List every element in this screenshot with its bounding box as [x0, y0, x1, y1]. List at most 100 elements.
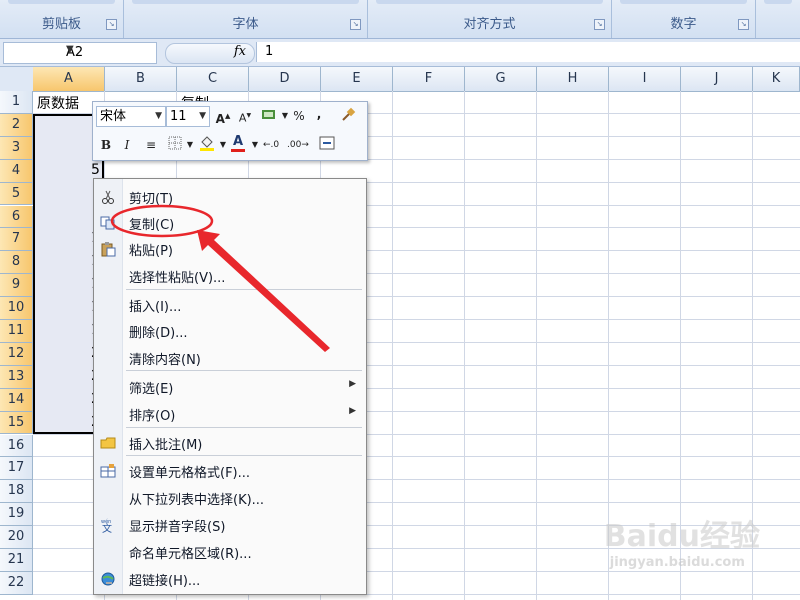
decrease-decimal-icon[interactable]: .00→ [287, 136, 309, 154]
select-all-corner[interactable] [0, 67, 34, 92]
row-header-5[interactable]: 5 [0, 182, 33, 206]
chevron-down-icon[interactable]: ▼ [182, 136, 198, 154]
row-header-21[interactable]: 21 [0, 549, 33, 572]
row-header-15[interactable]: 15 [0, 411, 33, 435]
dialog-launcher-icon[interactable]: ↘ [350, 19, 361, 30]
row-header-18[interactable]: 18 [0, 480, 33, 504]
row-header-12[interactable]: 12 [0, 342, 33, 366]
row-header-4[interactable]: 4 [0, 159, 33, 183]
row-header-8[interactable]: 8 [0, 251, 33, 275]
row-header-11[interactable]: 11 [0, 320, 33, 343]
italic-button[interactable]: I [119, 136, 135, 154]
row-header-10[interactable]: 10 [0, 297, 33, 320]
menu-item-9[interactable]: 插入批注(M) [94, 430, 366, 456]
dialog-launcher-icon[interactable]: ↘ [738, 19, 749, 30]
menu-item-0[interactable]: 剪切(T) [94, 184, 366, 210]
ribbon-group-partial [756, 0, 800, 38]
row-header-13[interactable]: 13 [0, 365, 33, 389]
menu-item-14[interactable]: 超链接(H)... [94, 566, 366, 592]
ribbon-group-number: 数字 ↘ [612, 0, 756, 38]
row-header-2[interactable]: 2 [0, 113, 33, 137]
chevron-down-icon[interactable]: ▼ [199, 107, 206, 126]
dialog-launcher-icon[interactable]: ↘ [106, 19, 117, 30]
menu-item-4[interactable]: 插入(I)... [94, 292, 366, 318]
menu-item-1[interactable]: 复制(C) [94, 210, 366, 236]
font-size-dropdown[interactable]: 11 ▼ [166, 106, 210, 127]
menu-item-3[interactable]: 选择性粘贴(V)... [94, 263, 366, 289]
row-header-19[interactable]: 19 [0, 503, 33, 527]
row-header-16[interactable]: 16 [0, 434, 33, 458]
menu-item-10[interactable]: 设置单元格格式(F)... [94, 458, 366, 484]
fill-color-icon[interactable] [199, 134, 215, 152]
align-center-icon[interactable]: ≡ [143, 136, 159, 154]
accounting-format-icon[interactable] [261, 107, 277, 125]
column-header-k[interactable]: K [753, 67, 800, 92]
menu-separator [126, 289, 362, 290]
column-header-b[interactable]: B [105, 67, 177, 92]
format-painter-icon[interactable] [340, 107, 356, 125]
formula-input[interactable]: 1 [256, 42, 800, 62]
column-header-a[interactable]: A [33, 67, 105, 92]
scissors-icon [100, 189, 116, 205]
grow-font-button[interactable]: A▲ [215, 107, 231, 126]
chevron-down-icon[interactable]: ▼ [155, 107, 162, 126]
insert-function-icon[interactable]: fx [234, 44, 246, 59]
ribbon-group-label: 字体 [232, 17, 259, 32]
submenu-arrow-icon: ▶ [349, 406, 356, 416]
chevron-down-icon[interactable]: ▼ [66, 44, 153, 55]
column-header-d[interactable]: D [249, 67, 321, 92]
row-header-1[interactable]: 1 [0, 91, 33, 114]
bold-button[interactable]: B [98, 136, 114, 154]
column-header-j[interactable]: J [681, 67, 753, 92]
row-header-22[interactable]: 22 [0, 571, 33, 595]
menu-item-7[interactable]: 筛选(E) ▶ [94, 374, 366, 400]
comma-style-button[interactable]: , [311, 105, 327, 123]
chevron-down-icon[interactable]: ▼ [215, 136, 231, 154]
menu-item-5[interactable]: 删除(D)... [94, 318, 366, 344]
menu-item-6[interactable]: 清除内容(N) [94, 345, 366, 371]
chevron-down-icon[interactable]: ▼ [247, 136, 263, 154]
column-header-g[interactable]: G [465, 67, 537, 92]
name-box[interactable]: A2 ▼ [3, 42, 157, 64]
shrink-font-button[interactable]: A▼ [237, 107, 253, 125]
formula-buttons: fx [165, 43, 255, 64]
menu-item-2[interactable]: 粘贴(P) [94, 236, 366, 262]
dialog-launcher-icon[interactable]: ↘ [594, 19, 605, 30]
menu-item-label: 筛选(E) [129, 382, 174, 397]
column-header-f[interactable]: F [393, 67, 465, 92]
row-header-20[interactable]: 20 [0, 526, 33, 549]
row-header-9[interactable]: 9 [0, 274, 33, 298]
column-header-h[interactable]: H [537, 67, 609, 92]
column-header-e[interactable]: E [321, 67, 393, 92]
borders-icon[interactable] [167, 136, 183, 154]
menu-item-11[interactable]: 从下拉列表中选择(K)... [94, 485, 366, 511]
ribbon-group-label: 剪贴板 [41, 17, 81, 32]
increase-decimal-icon[interactable]: ←.0 [263, 136, 279, 154]
row-header-17[interactable]: 17 [0, 457, 33, 481]
cell-a4[interactable]: 5 [91, 162, 100, 178]
menu-item-12[interactable]: wén 文显示拼音字段(S) [94, 512, 366, 538]
row-header-6[interactable]: 6 [0, 205, 33, 229]
menu-item-8[interactable]: 排序(O) ▶ [94, 401, 366, 427]
cell-a1[interactable]: 原数据 [37, 93, 79, 113]
column-header-c[interactable]: C [177, 67, 249, 92]
ribbon-group-clipboard: 剪贴板 ↘ [0, 0, 124, 38]
font-color-icon[interactable]: A [230, 132, 246, 152]
watermark-url: jingyan.baidu.com [609, 555, 745, 570]
comment-icon [100, 435, 116, 451]
row-header-7[interactable]: 7 [0, 228, 33, 252]
font-size-value: 11 [170, 109, 187, 124]
menu-separator [126, 455, 362, 456]
merge-center-icon[interactable] [319, 136, 335, 154]
copy-icon [100, 215, 116, 231]
percent-style-button[interactable]: % [291, 107, 307, 125]
menu-item-label: 粘贴(P) [129, 244, 173, 259]
row-header-14[interactable]: 14 [0, 388, 33, 412]
row-header-3[interactable]: 3 [0, 136, 33, 160]
font-name-dropdown[interactable]: 宋体 ▼ [96, 106, 166, 127]
menu-item-label: 删除(D)... [129, 326, 188, 341]
svg-text:文: 文 [102, 522, 112, 533]
menu-item-13[interactable]: 命名单元格区域(R)... [94, 539, 366, 565]
menu-item-label: 剪切(T) [129, 192, 174, 207]
column-header-i[interactable]: I [609, 67, 681, 92]
